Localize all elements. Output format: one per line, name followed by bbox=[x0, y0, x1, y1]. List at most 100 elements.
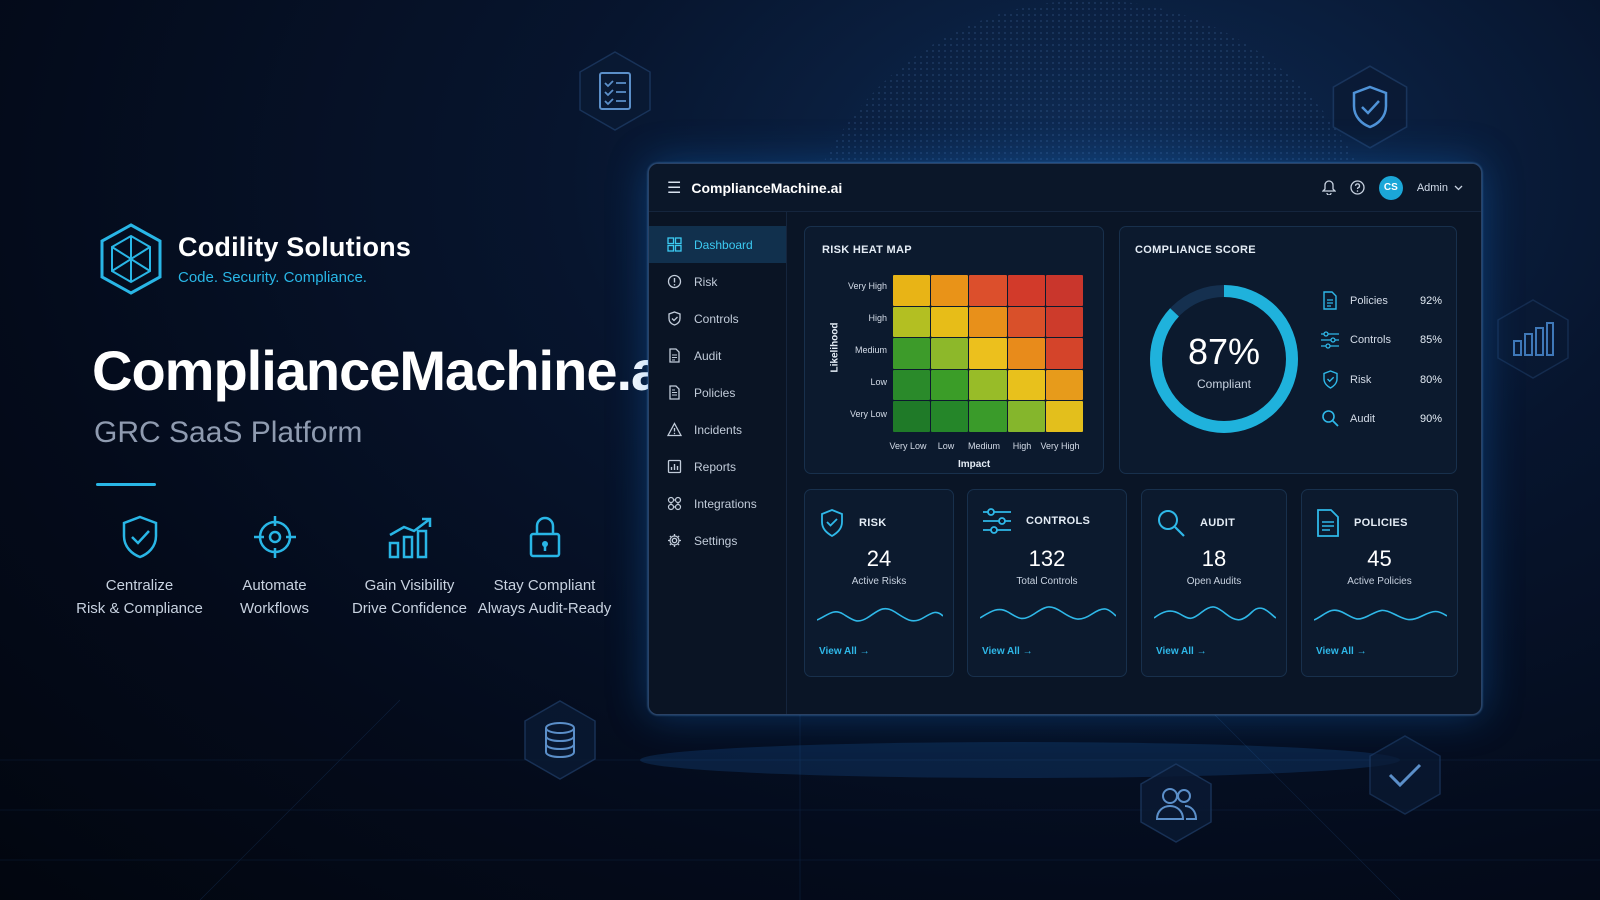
feature-line1: Automate bbox=[242, 577, 307, 594]
heatmap-grid bbox=[893, 275, 1083, 432]
heatmap-cell bbox=[969, 369, 1007, 401]
metric-value: 92% bbox=[1419, 294, 1442, 307]
metric-value: 80% bbox=[1419, 373, 1442, 386]
sparkline bbox=[1314, 609, 1447, 621]
search-icon bbox=[1321, 410, 1339, 427]
audit-stat-card: AUDIT 18 Open Audits View All → bbox=[1141, 489, 1287, 677]
metric-label: Risk bbox=[1350, 373, 1372, 386]
sidebar-item-policies[interactable]: Policies bbox=[649, 374, 786, 411]
integrations-icon bbox=[667, 496, 682, 511]
heatmap-cell bbox=[1045, 401, 1083, 432]
risk-stat-card: RISK 24 Active Risks View All → bbox=[804, 489, 954, 677]
sidebar-item-controls[interactable]: Controls bbox=[649, 300, 786, 337]
user-menu[interactable]: Admin bbox=[1417, 182, 1463, 194]
feature-line2: Workflows bbox=[240, 600, 309, 617]
stat-title: CONTROLS bbox=[1026, 515, 1091, 527]
shield-hex-icon bbox=[1325, 62, 1415, 152]
heatmap-cell bbox=[969, 401, 1007, 432]
lock-icon bbox=[529, 516, 560, 558]
heatmap-cell bbox=[931, 369, 969, 401]
bell-icon[interactable] bbox=[1321, 180, 1336, 195]
metric-label: Controls bbox=[1350, 334, 1391, 346]
chevron-down-icon bbox=[1454, 185, 1463, 190]
heatmap-cell bbox=[1007, 275, 1045, 306]
feature-line2: Drive Confidence bbox=[351, 600, 468, 617]
feature-item: Stay Compliant Always Audit-Ready bbox=[477, 512, 612, 620]
avatar[interactable]: CS bbox=[1378, 175, 1403, 200]
heatmap-cell bbox=[969, 275, 1007, 306]
sidebar-item-incidents[interactable]: Incidents bbox=[649, 411, 786, 448]
sidebar-item-audit[interactable]: Audit bbox=[649, 337, 786, 374]
shield-check-icon bbox=[1322, 370, 1338, 389]
heatmap-cell bbox=[893, 401, 931, 432]
sparkline bbox=[980, 606, 1116, 620]
sidebar-item-label: Controls bbox=[694, 311, 739, 326]
view-all-link[interactable]: View All → bbox=[1316, 646, 1367, 657]
heatmap-cell bbox=[1045, 275, 1083, 306]
metric-risk: Risk 80% bbox=[1318, 370, 1442, 389]
grid-icon bbox=[667, 237, 682, 252]
gear-icon bbox=[668, 534, 681, 547]
feature-list: Centralize Risk & Compliance Automate Wo… bbox=[72, 512, 612, 620]
help-icon[interactable] bbox=[1350, 180, 1365, 195]
hamburger-menu-icon[interactable]: ☰ bbox=[667, 178, 681, 198]
stat-title: POLICIES bbox=[1354, 517, 1408, 529]
view-all-link[interactable]: View All → bbox=[819, 646, 870, 657]
shield-check-icon bbox=[821, 509, 843, 538]
sidebar: Dashboard Risk Controls Audit Policies I… bbox=[649, 212, 787, 714]
card-title: RISK HEAT MAP bbox=[822, 244, 912, 256]
alert-triangle-icon bbox=[667, 422, 682, 437]
sidebar-item-label: Audit bbox=[694, 348, 722, 363]
document-icon bbox=[669, 348, 680, 363]
app-topbar: ☰ ComplianceMachine.ai CS Admin bbox=[649, 164, 1481, 212]
heatmap-y-label: Very Low bbox=[849, 409, 887, 419]
view-all-link[interactable]: View All → bbox=[982, 646, 1033, 657]
risk-heat-map-card: RISK HEAT MAP Likelihood Very High High … bbox=[804, 226, 1104, 474]
hero-title: ComplianceMachine.ai bbox=[92, 339, 677, 402]
stat-label: Active Policies bbox=[1347, 576, 1412, 587]
metric-label: Audit bbox=[1350, 412, 1376, 425]
sidebar-item-reports[interactable]: Reports bbox=[649, 448, 786, 485]
sidebar-item-integrations[interactable]: Integrations bbox=[649, 485, 786, 522]
compliance-value: 87% bbox=[1187, 331, 1261, 372]
users-hex-icon bbox=[1133, 760, 1219, 846]
metric-value: 90% bbox=[1419, 412, 1442, 425]
sidebar-item-label: Risk bbox=[694, 274, 718, 289]
metric-controls: Controls 85% bbox=[1318, 331, 1442, 349]
stat-title: RISK bbox=[859, 517, 887, 529]
heatmap-cell bbox=[1007, 338, 1045, 369]
sidebar-item-settings[interactable]: Settings bbox=[649, 522, 786, 559]
stat-label: Open Audits bbox=[1186, 576, 1242, 587]
metric-audit: Audit 90% bbox=[1318, 409, 1442, 428]
stat-label: Total Controls bbox=[1016, 576, 1078, 587]
sparkline bbox=[1154, 606, 1276, 621]
feature-line1: Stay Compliant bbox=[493, 577, 596, 594]
heatmap-cell bbox=[1007, 401, 1045, 432]
heatmap-x-axis-title: Impact bbox=[958, 459, 991, 470]
brand-tagline: Code. Security. Compliance. bbox=[178, 269, 367, 286]
heatmap-y-label: Low bbox=[870, 377, 887, 387]
feature-line1: Gain Visibility bbox=[364, 577, 455, 594]
sidebar-item-risk[interactable]: Risk bbox=[649, 263, 786, 300]
brand: Codility Solutions Code. Security. Compl… bbox=[98, 222, 411, 296]
metric-policies: Policies 92% bbox=[1318, 291, 1442, 310]
heatmap-cell bbox=[893, 275, 931, 306]
stat-value: 18 bbox=[1201, 546, 1227, 571]
brand-name: Codility Solutions bbox=[178, 232, 412, 262]
growth-chart-icon bbox=[388, 517, 431, 559]
report-chart-icon bbox=[667, 459, 682, 474]
stat-title: AUDIT bbox=[1200, 517, 1236, 529]
feature-line2: Risk & Compliance bbox=[76, 600, 203, 617]
heatmap-cell bbox=[1045, 338, 1083, 369]
heatmap-cell bbox=[1007, 369, 1045, 401]
feature-line2: Always Audit-Ready bbox=[477, 600, 612, 617]
view-all-link[interactable]: View All → bbox=[1156, 646, 1207, 657]
heatmap-y-label: Very High bbox=[847, 281, 887, 291]
heatmap-cell bbox=[893, 338, 931, 369]
sidebar-item-dashboard[interactable]: Dashboard bbox=[649, 226, 786, 263]
sidebar-item-label: Integrations bbox=[694, 496, 757, 511]
sidebar-item-label: Settings bbox=[694, 533, 738, 548]
stat-label: Active Risks bbox=[851, 576, 907, 587]
controls-stat-card: CONTROLS 132 Total Controls View All → bbox=[967, 489, 1127, 677]
feature-line1: Centralize bbox=[105, 577, 174, 594]
